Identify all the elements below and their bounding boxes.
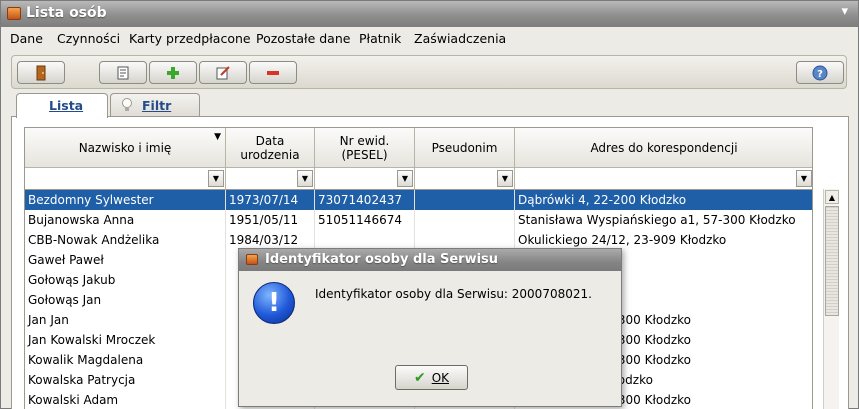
view-details-button[interactable]: [99, 61, 147, 84]
edit-button[interactable]: [199, 61, 247, 84]
minus-icon: [250, 62, 296, 83]
column-header-birthdate[interactable]: Data urodzenia: [226, 128, 315, 168]
vertical-scrollbar[interactable]: ▲: [823, 189, 839, 409]
column-header-pesel-label: Nr ewid. (PESEL): [339, 133, 390, 162]
cell-name: Kowalska Patrycja: [25, 370, 226, 390]
cell-name: Jan Kowalski Mroczek: [25, 330, 226, 350]
document-view-icon: [100, 62, 146, 83]
filter-pseudonym[interactable]: ▼: [415, 168, 515, 190]
cell-name: Bujanowska Anna: [25, 210, 226, 230]
cell-pesel: [315, 230, 415, 250]
column-header-birthdate-label: Data urodzenia: [240, 133, 300, 162]
sort-desc-icon: ▼: [214, 132, 221, 142]
plus-icon: [150, 62, 196, 83]
remove-button[interactable]: [249, 61, 297, 84]
menu-platnik[interactable]: Płatnik: [359, 31, 401, 46]
cell-pseudonym: [415, 190, 515, 210]
app-icon: [246, 254, 258, 265]
tab-filtr[interactable]: Filtr: [110, 93, 200, 117]
tab-lista[interactable]: Lista: [16, 93, 108, 118]
filter-name[interactable]: ▼: [25, 168, 226, 190]
help-icon: ?: [797, 62, 843, 83]
column-header-pseudonym[interactable]: Pseudonim: [415, 128, 515, 168]
menu-karty-przedplacone[interactable]: Karty przedpłacone: [129, 31, 251, 46]
menu-pozostale-dane[interactable]: Pozostałe dane: [256, 31, 350, 46]
door-exit-icon: [18, 62, 64, 83]
help-button[interactable]: ?: [796, 61, 844, 84]
cell-pseudonym: [415, 210, 515, 230]
column-header-pseudonym-label: Pseudonim: [431, 140, 498, 155]
cell-name: Jan Jan: [25, 310, 226, 330]
checkmark-icon: ✔: [413, 369, 426, 386]
cell-name: Bezdomny Sylwester: [25, 190, 226, 210]
dropdown-arrow-icon[interactable]: ▼: [297, 170, 313, 187]
filter-birthdate[interactable]: ▼: [226, 168, 315, 190]
menu-zaswiadczenia[interactable]: Zaświadczenia: [414, 31, 506, 46]
ok-button[interactable]: ✔ OK: [395, 365, 468, 390]
cell-address: Stanisława Wyspiańskiego a1, 57-300 Kłod…: [515, 210, 812, 230]
app-icon: [7, 7, 21, 20]
add-button[interactable]: [149, 61, 197, 84]
cell-address: Dąbrówki 4, 22-200 Kłodzko: [515, 190, 812, 210]
cell-pesel: 73071402437: [315, 190, 415, 210]
scrollbar-thumb[interactable]: [825, 206, 839, 316]
cell-name: Gołowąs Jan: [25, 290, 226, 310]
dropdown-arrow-icon[interactable]: ▼: [397, 170, 413, 187]
column-header-name-label: Nazwisko i imię: [78, 140, 172, 155]
tab-filtr-label: Filtr: [142, 98, 172, 113]
table-row[interactable]: CBB-Nowak Andżelika 1984/03/12 Okulickiego…: [25, 230, 812, 250]
info-exclamation-icon: !: [253, 282, 295, 324]
collapse-chevron-icon[interactable]: ▾: [841, 4, 848, 19]
filter-address[interactable]: ▼: [515, 168, 812, 190]
menu-czynnosci[interactable]: Czynności: [57, 31, 120, 46]
table-row[interactable]: Bezdomny Sylwester 1973/07/14 73071402437 D…: [25, 190, 812, 210]
cell-pseudonym: [415, 230, 515, 250]
tab-lista-label: Lista: [49, 98, 84, 113]
cell-address: Okulickiego 24/12, 23-909 Kłodzko: [515, 230, 812, 250]
cell-birthdate: 1951/05/11: [226, 210, 315, 230]
cell-name: Gaweł Paweł: [25, 250, 226, 270]
column-header-address-label: Adres do korespondencji: [590, 140, 738, 155]
cell-name: Kowalik Magdalena: [25, 350, 226, 370]
title-bar: Lista osób ▾: [1, 1, 858, 27]
column-header-address[interactable]: Adres do korespondencji: [515, 128, 812, 168]
dropdown-arrow-icon[interactable]: ▼: [208, 170, 224, 187]
main-window: Lista osób ▾ Dane Czynności Karty przedp…: [0, 0, 859, 409]
cell-birthdate: 1984/03/12: [226, 230, 315, 250]
menu-dane[interactable]: Dane: [10, 31, 43, 46]
column-header-pesel[interactable]: Nr ewid. (PESEL): [315, 128, 415, 168]
info-dialog: Identyfikator osoby dla Serwisu ! Identy…: [238, 248, 622, 407]
toolbar: ?: [11, 55, 847, 89]
cell-birthdate: 1973/07/14: [226, 190, 315, 210]
edit-pencil-icon: [200, 62, 246, 83]
dropdown-arrow-icon[interactable]: ▼: [796, 170, 812, 187]
dropdown-arrow-icon[interactable]: ▼: [497, 170, 513, 187]
ok-button-label: OK: [431, 370, 450, 385]
dialog-message: Identyfikator osoby dla Serwisu: 2000708…: [315, 287, 592, 301]
scroll-up-icon[interactable]: ▲: [825, 190, 839, 204]
cell-name: Kowalski Adam: [25, 390, 226, 409]
svg-text:?: ?: [817, 69, 823, 80]
cell-name: Gołowąs Jakub: [25, 270, 226, 290]
menu-bar: Dane Czynności Karty przedpłacone Pozost…: [1, 28, 858, 50]
lightbulb-icon: [121, 98, 133, 115]
exit-button[interactable]: [17, 61, 65, 84]
cell-pesel: 51051146674: [315, 210, 415, 230]
cell-name: CBB-Nowak Andżelika: [25, 230, 226, 250]
filter-pesel[interactable]: ▼: [315, 168, 415, 190]
table-row[interactable]: Bujanowska Anna 1951/05/11 51051146674 Stan…: [25, 210, 812, 230]
window-title: Lista osób: [26, 5, 107, 21]
dialog-title: Identyfikator osoby dla Serwisu: [265, 252, 499, 267]
dialog-title-bar: Identyfikator osoby dla Serwisu: [239, 249, 621, 271]
column-header-name[interactable]: Nazwisko i imię ▼: [25, 128, 226, 168]
